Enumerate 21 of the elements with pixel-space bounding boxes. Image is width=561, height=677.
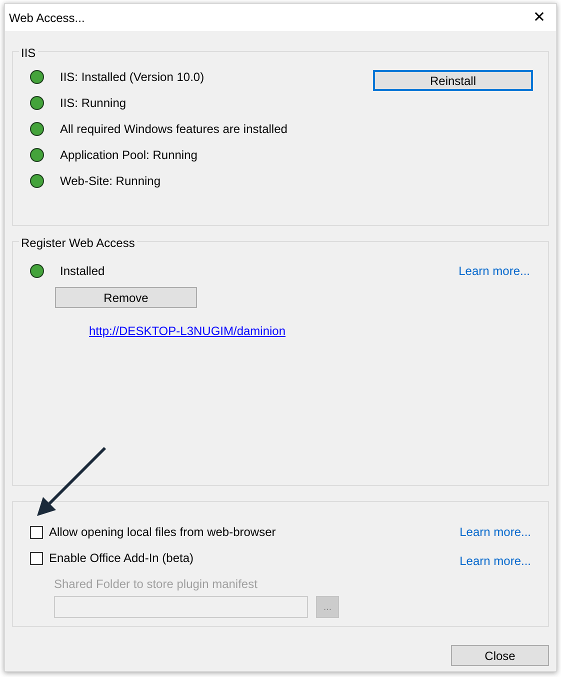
remove-button[interactable]: Remove: [55, 287, 197, 308]
arrow: [37, 446, 106, 516]
learn-more-link[interactable]: Learn more...: [458, 262, 530, 280]
status-text: Web-Site: Running: [60, 173, 160, 190]
url-link[interactable]: http://DESKTOP-L3NUGIM/daminion: [89, 322, 286, 340]
status-text: All required Windows features are installed: [60, 121, 288, 138]
status-text: IIS: Running: [60, 95, 126, 112]
reinstall-button[interactable]: Reinstall: [373, 70, 533, 91]
field-label: Shared Folder to store plugin manifest: [54, 576, 258, 593]
checkbox[interactable]: [30, 552, 43, 564]
checkbox[interactable]: [30, 526, 43, 538]
checkbox-label: Enable Office Add-In (beta): [49, 550, 194, 567]
status-text: Installed: [60, 263, 105, 280]
window-title: Web Access...: [9, 10, 85, 26]
learn-more-link[interactable]: Learn more...: [460, 523, 531, 541]
status-text: Application Pool: Running: [60, 147, 198, 164]
close-button[interactable]: ✕: [529, 10, 550, 25]
close-button[interactable]: Close: [451, 645, 549, 666]
status-text: IIS: Installed (Version 10.0): [60, 69, 204, 86]
checkbox-label: Allow opening local files from web-browser: [49, 524, 276, 541]
learn-more-link[interactable]: Learn more...: [460, 552, 531, 570]
